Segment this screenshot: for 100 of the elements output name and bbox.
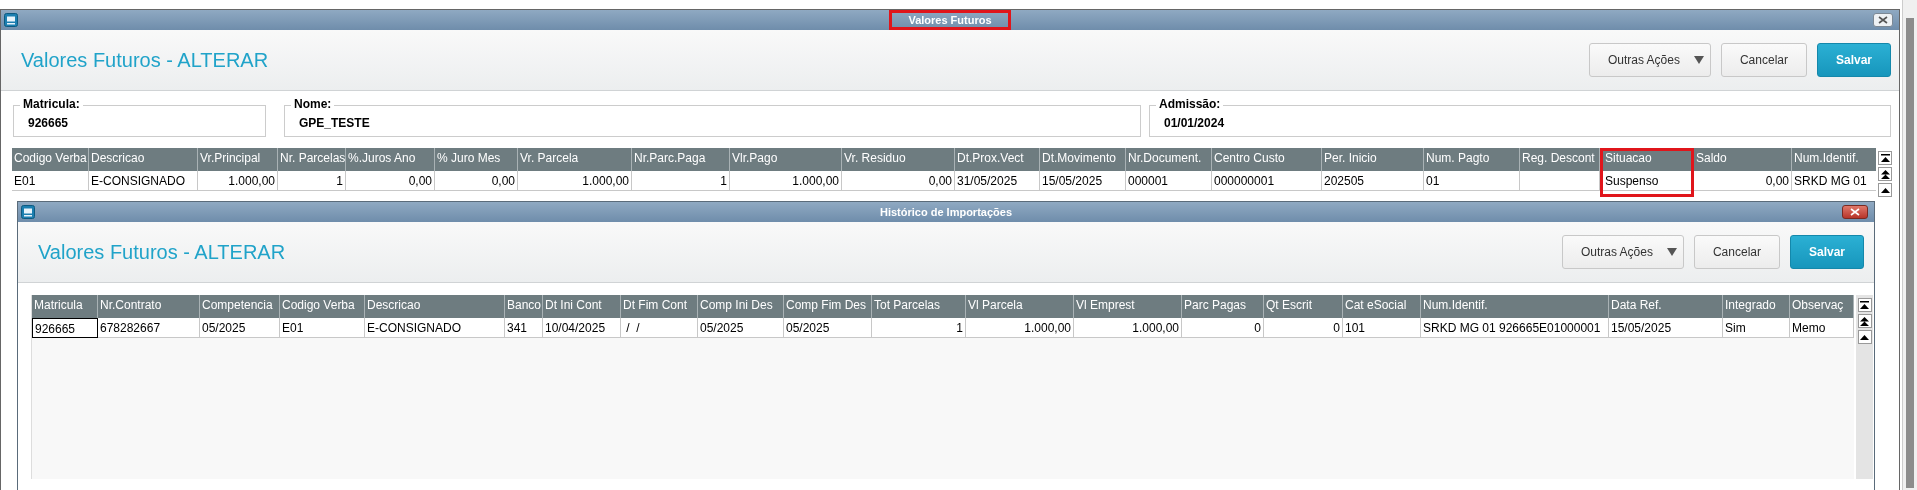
scroll-button[interactable] xyxy=(1878,183,1892,197)
column-header[interactable]: Dt Fim Cont xyxy=(621,295,698,318)
table-cell: Sim xyxy=(1723,318,1790,338)
table-cell: 0,00 xyxy=(1694,171,1792,191)
column-header[interactable]: Comp Ini Des xyxy=(698,295,784,318)
table-cell: 05/2025 xyxy=(784,318,872,338)
table-cell: 926665 xyxy=(32,318,98,338)
cancel-button[interactable]: Cancelar xyxy=(1693,235,1780,269)
field-value: 01/01/2024 xyxy=(1164,116,1225,130)
table-cell: E01 xyxy=(280,318,365,338)
column-header[interactable]: Matricula xyxy=(32,295,98,318)
page-up-icon xyxy=(1879,168,1891,180)
table-cell: 05/2025 xyxy=(200,318,280,338)
table-cell: 0,00 xyxy=(435,171,518,191)
table-cell: 0,00 xyxy=(346,171,435,191)
column-header[interactable]: Parc Pagas xyxy=(1182,295,1264,318)
caret-icon xyxy=(1693,56,1704,64)
close-button[interactable] xyxy=(1873,13,1893,27)
caret-icon xyxy=(1666,248,1677,256)
column-header[interactable]: Descricao xyxy=(89,148,198,171)
column-header[interactable]: Num.Identif. xyxy=(1792,148,1876,171)
table-cell: E-CONSIGNADO xyxy=(365,318,505,338)
column-header[interactable]: Codigo Verba xyxy=(12,148,89,171)
column-header[interactable]: Dt.Prox.Vect xyxy=(955,148,1040,171)
column-header[interactable]: Reg. Descont xyxy=(1520,148,1600,171)
column-header[interactable]: Vlr.Pago xyxy=(730,148,842,171)
column-header[interactable]: Dt Ini Cont xyxy=(543,295,621,318)
scroll-top-icon xyxy=(1859,299,1870,311)
table-cell: 000000001 xyxy=(1212,171,1322,191)
window-icon xyxy=(21,205,35,219)
scroll-button[interactable] xyxy=(1878,151,1892,165)
dropdown-button[interactable]: Outras Ações xyxy=(1588,43,1711,77)
scrollbar[interactable] xyxy=(1902,0,1917,490)
dropdown-button[interactable]: Outras Ações xyxy=(1561,235,1684,269)
column-header[interactable]: Num.Identif. xyxy=(1421,295,1609,318)
column-header[interactable]: Nr. Parcelas xyxy=(278,148,346,171)
table-cell: 01 xyxy=(1424,171,1520,191)
column-header[interactable]: Nr.Document. xyxy=(1126,148,1212,171)
column-header[interactable]: Comp Fim Des xyxy=(784,295,872,318)
column-header[interactable]: Vr.Principal xyxy=(198,148,278,171)
column-header[interactable]: Observaç xyxy=(1790,295,1854,318)
field-label: Nome: xyxy=(291,97,335,111)
field-label: Admissão: xyxy=(1156,97,1224,111)
table-cell: 101 xyxy=(1343,318,1421,338)
table-cell: Memo xyxy=(1790,318,1854,338)
column-header[interactable]: Situacao xyxy=(1600,148,1694,171)
column-header[interactable]: Codigo Verba xyxy=(280,295,365,318)
scroll-button[interactable] xyxy=(1857,314,1872,328)
table-cell: 202505 xyxy=(1322,171,1424,191)
column-header[interactable]: Centro Custo xyxy=(1212,148,1322,171)
window-title: Valores Futuros xyxy=(889,10,1011,30)
column-header[interactable]: Vr. Residuo xyxy=(842,148,955,171)
scroll-button[interactable] xyxy=(1857,298,1872,312)
table-cell: E-CONSIGNADO xyxy=(89,171,198,191)
column-header[interactable]: Vl Parcela xyxy=(966,295,1074,318)
table-cell: E01 xyxy=(12,171,89,191)
table-cell: 1.000,00 xyxy=(518,171,632,191)
column-header[interactable]: Saldo xyxy=(1694,148,1792,171)
column-header[interactable]: Data Ref. xyxy=(1609,295,1723,318)
column-header[interactable]: Competencia xyxy=(200,295,280,318)
page-title: Valores Futuros - ALTERAR xyxy=(38,240,286,264)
table-cell: 1.000,00 xyxy=(1074,318,1182,338)
table-cell: / / xyxy=(621,318,698,338)
save-button[interactable]: Salvar xyxy=(1789,235,1864,269)
column-header[interactable]: Integrado xyxy=(1723,295,1790,318)
table-cell: 341 xyxy=(505,318,543,338)
column-header[interactable]: Vr. Parcela xyxy=(518,148,632,171)
close-button[interactable] xyxy=(1842,205,1868,219)
table-cell: 0 xyxy=(1264,318,1343,338)
table-cell: 1 xyxy=(278,171,346,191)
column-header[interactable]: Num. Pagto xyxy=(1424,148,1520,171)
table-cell: 15/05/2025 xyxy=(1040,171,1126,191)
window-icon xyxy=(4,13,18,27)
window-title: Histórico de Importações xyxy=(878,205,1013,220)
field-label: Matricula: xyxy=(20,97,83,111)
column-header[interactable]: Tot Parcelas xyxy=(872,295,966,318)
cancel-button[interactable]: Cancelar xyxy=(1720,43,1807,77)
page-title: Valores Futuros - ALTERAR xyxy=(21,48,269,72)
table-cell: 1.000,00 xyxy=(198,171,278,191)
page-up-icon xyxy=(1859,315,1870,327)
column-header[interactable]: Banco xyxy=(505,295,543,318)
table-cell: 000001 xyxy=(1126,171,1212,191)
column-header[interactable]: Cat eSocial xyxy=(1343,295,1421,318)
column-header[interactable]: Qt Escrit xyxy=(1264,295,1343,318)
column-header[interactable]: % Juro Mes xyxy=(435,148,518,171)
column-header[interactable]: Nr.Parc.Paga xyxy=(632,148,730,171)
column-header[interactable]: Dt.Movimento xyxy=(1040,148,1126,171)
column-header[interactable]: Per. Inicio xyxy=(1322,148,1424,171)
scroll-button[interactable] xyxy=(1857,330,1872,344)
close-icon xyxy=(1878,16,1888,24)
column-header[interactable]: Vl Emprest xyxy=(1074,295,1182,318)
scroll-button[interactable] xyxy=(1878,167,1892,181)
save-button[interactable]: Salvar xyxy=(1816,43,1891,77)
column-header[interactable]: Descricao xyxy=(365,295,505,318)
table-cell: 31/05/2025 xyxy=(955,171,1040,191)
field-value: 926665 xyxy=(28,116,69,130)
table-cell: 1 xyxy=(632,171,730,191)
column-header[interactable]: %.Juros Ano xyxy=(346,148,435,171)
column-header[interactable]: Nr.Contrato xyxy=(98,295,200,318)
table-cell: SRKD MG 01 926665E01000001 xyxy=(1421,318,1609,338)
